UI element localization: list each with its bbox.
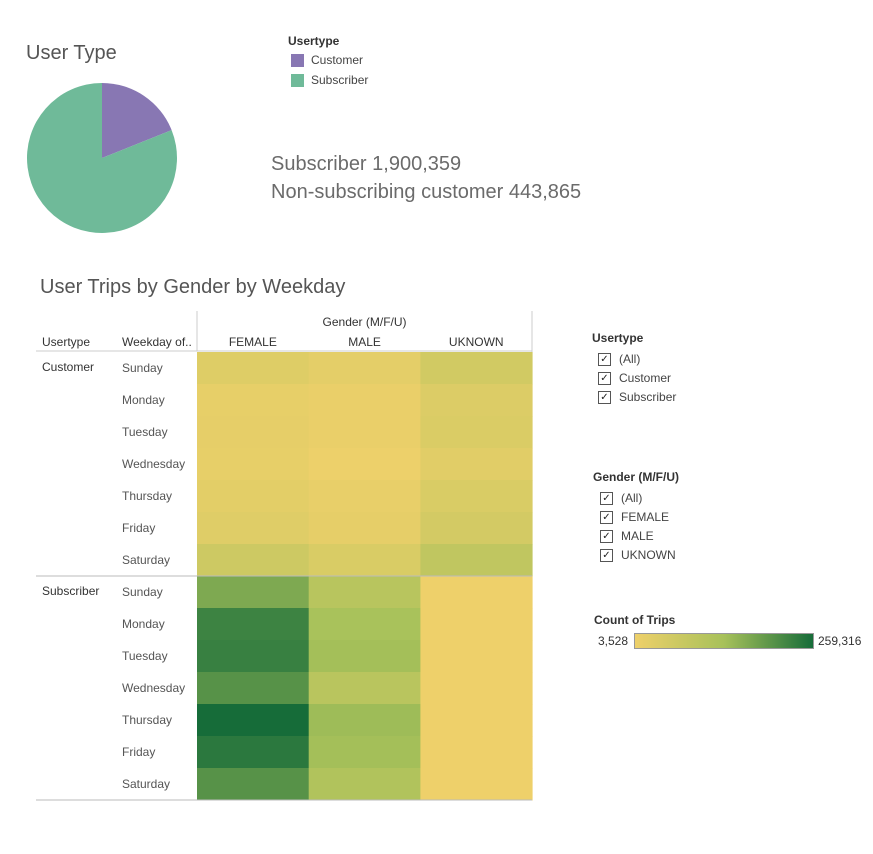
gender-filter-all-label: (All) <box>621 491 643 505</box>
gender-filter-male-label: MALE <box>621 529 654 543</box>
gender-filter-title: Gender (M/F/U) <box>593 470 679 484</box>
weekday-label-wednesday: Wednesday <box>122 681 185 695</box>
heatmap-cell-customer-saturday-female[interactable] <box>197 544 310 577</box>
weekday-label-tuesday: Tuesday <box>122 649 168 663</box>
usertype-filter-subscriber[interactable]: ✓ Subscriber <box>598 390 676 404</box>
heatmap-cell-customer-sunday-female[interactable] <box>197 352 310 385</box>
gender-filter-female-label: FEMALE <box>621 510 670 524</box>
weekday-label-tuesday: Tuesday <box>122 425 168 439</box>
usertype-filter-subscriber-label: Subscriber <box>619 390 677 404</box>
heatmap-cell-customer-sunday-uknown[interactable] <box>420 352 533 385</box>
heatmap-cell-subscriber-sunday-female[interactable] <box>197 576 310 609</box>
heatmap-cell-subscriber-friday-uknown[interactable] <box>420 736 533 769</box>
weekday-label-friday: Friday <box>122 521 155 535</box>
weekday-label-friday: Friday <box>122 745 155 759</box>
checkbox-checked-icon[interactable]: ✓ <box>600 510 613 524</box>
heatmap-cell-customer-tuesday-male[interactable] <box>308 416 421 449</box>
checkbox-checked-icon[interactable]: ✓ <box>600 491 613 505</box>
heatmap-cell-customer-friday-male[interactable] <box>308 512 421 545</box>
weekday-label-monday: Monday <box>122 393 165 407</box>
heatmap-cell-subscriber-sunday-male[interactable] <box>308 576 421 609</box>
checkbox-checked-icon[interactable]: ✓ <box>600 548 613 562</box>
checkbox-checked-icon[interactable]: ✓ <box>600 529 613 543</box>
usertype-label-subscriber: Subscriber <box>42 584 99 598</box>
row-header-usertype: Usertype <box>42 335 90 349</box>
heatmap-cell-subscriber-sunday-uknown[interactable] <box>420 576 533 609</box>
heatmap-cell-subscriber-monday-male[interactable] <box>308 608 421 641</box>
heatmap-cell-subscriber-monday-uknown[interactable] <box>420 608 533 641</box>
color-scale-max-label: 259,316 <box>818 634 862 648</box>
heatmap-cell-customer-monday-female[interactable] <box>197 384 310 417</box>
heatmap-cell-customer-wednesday-female[interactable] <box>197 448 310 481</box>
heatmap-cell-subscriber-monday-female[interactable] <box>197 608 310 641</box>
heatmap-cell-subscriber-thursday-male[interactable] <box>308 704 421 737</box>
heatmap-cell-customer-tuesday-uknown[interactable] <box>420 416 533 449</box>
heatmap-cell-subscriber-tuesday-female[interactable] <box>197 640 310 673</box>
heatmap-cell-customer-tuesday-female[interactable] <box>197 416 310 449</box>
weekday-label-saturday: Saturday <box>122 777 170 791</box>
heatmap-cell-subscriber-wednesday-male[interactable] <box>308 672 421 705</box>
usertype-label-customer: Customer <box>42 360 94 374</box>
heatmap-cell-subscriber-wednesday-uknown[interactable] <box>420 672 533 705</box>
heatmap-cell-customer-thursday-uknown[interactable] <box>420 480 533 513</box>
weekday-label-thursday: Thursday <box>122 713 172 727</box>
usertype-filter-customer[interactable]: ✓ Customer <box>598 371 671 385</box>
usertype-filter-all-label: (All) <box>619 352 641 366</box>
color-scale-gradient <box>634 633 814 649</box>
heatmap-cell-subscriber-wednesday-female[interactable] <box>197 672 310 705</box>
gender-filter-unknown[interactable]: ✓ UKNOWN <box>600 548 676 562</box>
heatmap-cell-subscriber-tuesday-uknown[interactable] <box>420 640 533 673</box>
heatmap-cell-subscriber-saturday-female[interactable] <box>197 768 310 801</box>
usertype-filter-customer-label: Customer <box>619 371 672 385</box>
gender-filter-all[interactable]: ✓ (All) <box>600 491 642 505</box>
column-header-uknown: UKNOWN <box>449 335 504 349</box>
gender-filter-male[interactable]: ✓ MALE <box>600 529 654 543</box>
heatmap-cell-customer-friday-female[interactable] <box>197 512 310 545</box>
heatmap-cell-customer-saturday-male[interactable] <box>308 544 421 577</box>
heatmap-cell-customer-saturday-uknown[interactable] <box>420 544 533 577</box>
gender-filter-female[interactable]: ✓ FEMALE <box>600 510 669 524</box>
heatmap-cell-customer-monday-uknown[interactable] <box>420 384 533 417</box>
heatmap-cell-customer-thursday-female[interactable] <box>197 480 310 513</box>
row-header-weekday: Weekday of.. <box>122 335 192 349</box>
checkbox-checked-icon[interactable]: ✓ <box>598 390 611 404</box>
weekday-label-sunday: Sunday <box>122 361 163 375</box>
column-group-header: Gender (M/F/U) <box>323 315 407 329</box>
checkbox-checked-icon[interactable]: ✓ <box>598 371 611 385</box>
weekday-label-saturday: Saturday <box>122 553 170 567</box>
heatmap-cell-customer-thursday-male[interactable] <box>308 480 421 513</box>
heatmap-cell-subscriber-thursday-uknown[interactable] <box>420 704 533 737</box>
heatmap-cell-customer-wednesday-male[interactable] <box>308 448 421 481</box>
usertype-filter-all[interactable]: ✓ (All) <box>598 352 640 366</box>
heatmap-cell-subscriber-friday-female[interactable] <box>197 736 310 769</box>
weekday-label-thursday: Thursday <box>122 489 172 503</box>
weekday-label-sunday: Sunday <box>122 585 163 599</box>
weekday-label-wednesday: Wednesday <box>122 457 185 471</box>
heatmap-cell-subscriber-thursday-female[interactable] <box>197 704 310 737</box>
heatmap-cell-customer-wednesday-uknown[interactable] <box>420 448 533 481</box>
gender-filter-unknown-label: UKNOWN <box>621 548 676 562</box>
heatmap-cell-subscriber-saturday-male[interactable] <box>308 768 421 801</box>
user-trips-heatmap: Gender (M/F/U) Usertype Weekday of.. FEMALE… <box>36 311 533 801</box>
heatmap-cell-subscriber-saturday-uknown[interactable] <box>420 768 533 801</box>
column-header-male: MALE <box>348 335 381 349</box>
heatmap-cell-customer-friday-uknown[interactable] <box>420 512 533 545</box>
heatmap-cell-subscriber-tuesday-male[interactable] <box>308 640 421 673</box>
usertype-filter-title: Usertype <box>592 331 644 345</box>
heatmap-cell-customer-monday-male[interactable] <box>308 384 421 417</box>
color-scale-title: Count of Trips <box>594 613 676 627</box>
color-scale-min-label: 3,528 <box>598 634 629 648</box>
weekday-label-monday: Monday <box>122 617 165 631</box>
checkbox-checked-icon[interactable]: ✓ <box>598 352 611 366</box>
heatmap-cell-subscriber-friday-male[interactable] <box>308 736 421 769</box>
heatmap-cell-customer-sunday-male[interactable] <box>308 352 421 385</box>
column-header-female: FEMALE <box>229 335 277 349</box>
